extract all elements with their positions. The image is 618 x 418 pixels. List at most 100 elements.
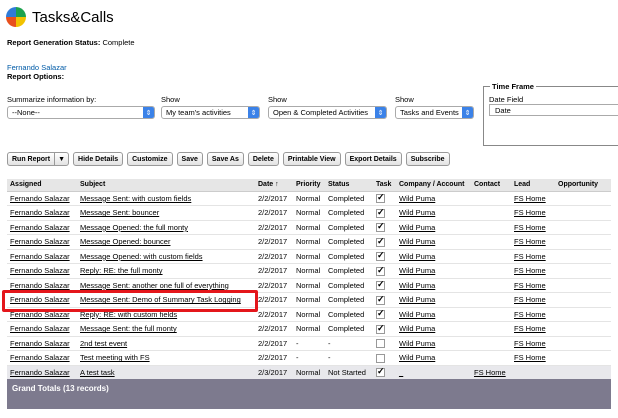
column-header[interactable]: Subject — [77, 179, 255, 192]
lead-cell[interactable]: FS Home — [511, 336, 555, 351]
lead-cell[interactable]: FS Home — [511, 292, 555, 308]
column-header[interactable]: Status — [325, 179, 373, 192]
show-status-select[interactable]: Open & Completed Activities ⇕ — [268, 106, 387, 119]
column-header[interactable]: Task — [373, 179, 396, 192]
show-type-label: Show — [395, 95, 414, 104]
priority-cell: Normal — [293, 205, 325, 221]
hide-details-button[interactable]: Hide Details — [73, 152, 124, 166]
run-report-button[interactable]: Run Report ▼ — [7, 152, 70, 166]
date-cell: 2/2/2017 — [255, 205, 293, 221]
checkbox-empty-icon — [376, 339, 385, 348]
column-header[interactable]: Date ↑ — [255, 179, 293, 192]
lead-cell[interactable]: FS Home — [511, 350, 555, 366]
company-cell[interactable]: Wild Puma — [396, 292, 471, 308]
subscribe-button[interactable]: Subscribe — [405, 152, 450, 166]
subject-cell[interactable]: Test meeting with FS — [77, 350, 255, 366]
priority-cell: - — [293, 350, 325, 366]
column-header[interactable]: Lead — [511, 179, 555, 192]
user-link[interactable]: Fernando Salazar — [7, 63, 67, 72]
lead-cell[interactable]: FS Home — [511, 263, 555, 279]
company-cell[interactable]: Wild Puma — [396, 205, 471, 221]
lead-cell[interactable]: FS Home — [511, 234, 555, 250]
contact-cell — [471, 220, 511, 235]
subject-cell[interactable]: Message Sent: the full monty — [77, 321, 255, 337]
company-cell[interactable]: Wild Puma — [396, 191, 471, 206]
column-header[interactable]: Opportunity — [555, 179, 611, 192]
priority-cell: Normal — [293, 191, 325, 206]
table-header-row: Assigned Subject Date ↑ Priority Status Task C… — [7, 179, 611, 192]
task-cell — [373, 307, 396, 322]
priority-cell: Normal — [293, 220, 325, 235]
subject-cell[interactable]: Message Opened: with custom fields — [77, 249, 255, 264]
table-row: Fernando Salazar Test meeting with FS 2/2/… — [7, 350, 611, 366]
assigned-cell[interactable]: Fernando Salazar — [7, 205, 77, 221]
company-cell[interactable]: Wild Puma — [396, 234, 471, 250]
contact-cell — [471, 350, 511, 366]
subject-cell[interactable]: 2nd test event — [77, 336, 255, 351]
printable-view-button[interactable]: Printable View — [282, 152, 341, 166]
table-row: Fernando Salazar Message Sent: with custo… — [7, 191, 611, 206]
date-field-select[interactable]: Date — [489, 104, 618, 116]
subject-cell[interactable]: Message Opened: the full monty — [77, 220, 255, 235]
status-cell: Completed — [325, 205, 373, 221]
assigned-cell[interactable]: Fernando Salazar — [7, 321, 77, 337]
report-status: Report Generation Status: Complete — [7, 38, 135, 47]
column-header[interactable]: Contact — [471, 179, 511, 192]
assigned-cell[interactable]: Fernando Salazar — [7, 365, 77, 380]
status-cell: - — [325, 336, 373, 351]
assigned-cell[interactable]: Fernando Salazar — [7, 220, 77, 235]
company-cell[interactable]: Wild Puma — [396, 278, 471, 293]
date-cell: 2/2/2017 — [255, 234, 293, 250]
company-cell[interactable]: Wild Puma — [396, 263, 471, 279]
contact-cell — [471, 263, 511, 279]
lead-cell[interactable]: FS Home — [511, 307, 555, 322]
lead-cell[interactable]: FS Home — [511, 220, 555, 235]
export-details-button[interactable]: Export Details — [344, 152, 402, 166]
company-cell[interactable]: Wild Puma — [396, 220, 471, 235]
task-cell — [373, 205, 396, 221]
save-as-button[interactable]: Save As — [206, 152, 244, 166]
summarize-select[interactable]: --None-- ⇕ — [7, 106, 155, 119]
lead-cell[interactable]: FS Home — [511, 249, 555, 264]
delete-button[interactable]: Delete — [247, 152, 279, 166]
contact-cell — [471, 321, 511, 337]
show-type-select[interactable]: Tasks and Events ⇕ — [395, 106, 474, 119]
contact-cell[interactable]: FS Home — [471, 365, 511, 380]
subject-cell[interactable]: A test task — [77, 365, 255, 380]
opportunity-cell — [555, 234, 611, 250]
subject-cell[interactable]: Message Sent: with custom fields — [77, 191, 255, 206]
checkbox-checked-icon — [376, 323, 385, 334]
column-header[interactable]: Assigned — [7, 179, 77, 192]
column-header[interactable]: Company / Account — [396, 179, 471, 192]
assigned-cell[interactable]: Fernando Salazar — [7, 234, 77, 250]
lead-cell[interactable]: FS Home — [511, 278, 555, 293]
company-cell[interactable]: Wild Puma — [396, 336, 471, 351]
company-cell[interactable]: Wild Puma — [396, 249, 471, 264]
contact-cell — [471, 307, 511, 322]
assigned-cell[interactable]: Fernando Salazar — [7, 249, 77, 264]
subject-cell[interactable]: Message Sent: bouncer — [77, 205, 255, 221]
lead-cell[interactable]: FS Home — [511, 321, 555, 337]
assigned-cell[interactable]: Fernando Salazar — [7, 336, 77, 351]
company-cell[interactable]: Wild Puma — [396, 350, 471, 366]
assigned-cell[interactable]: Fernando Salazar — [7, 263, 77, 279]
lead-cell[interactable]: FS Home — [511, 205, 555, 221]
lead-cell[interactable]: FS Home — [511, 191, 555, 206]
report-table: Assigned Subject Date ↑ Priority Status Task C… — [7, 179, 611, 380]
company-cell[interactable]: Wild Puma — [396, 307, 471, 322]
column-header[interactable]: Priority — [293, 179, 325, 192]
status-cell: Completed — [325, 321, 373, 337]
company-cell[interactable]: _ — [396, 365, 471, 380]
date-cell: 2/2/2017 — [255, 263, 293, 279]
assigned-cell[interactable]: Fernando Salazar — [7, 350, 77, 366]
assigned-cell[interactable]: Fernando Salazar — [7, 191, 77, 206]
subject-cell[interactable]: Message Opened: bouncer — [77, 234, 255, 250]
save-button[interactable]: Save — [176, 152, 203, 166]
status-cell: Completed — [325, 292, 373, 308]
caret-down-icon[interactable]: ▼ — [54, 153, 68, 165]
company-cell[interactable]: Wild Puma — [396, 321, 471, 337]
task-cell — [373, 191, 396, 206]
show-scope-select[interactable]: My team's activities ⇕ — [161, 106, 260, 119]
subject-cell[interactable]: Reply: RE: the full monty — [77, 263, 255, 279]
customize-button[interactable]: Customize — [127, 152, 173, 166]
